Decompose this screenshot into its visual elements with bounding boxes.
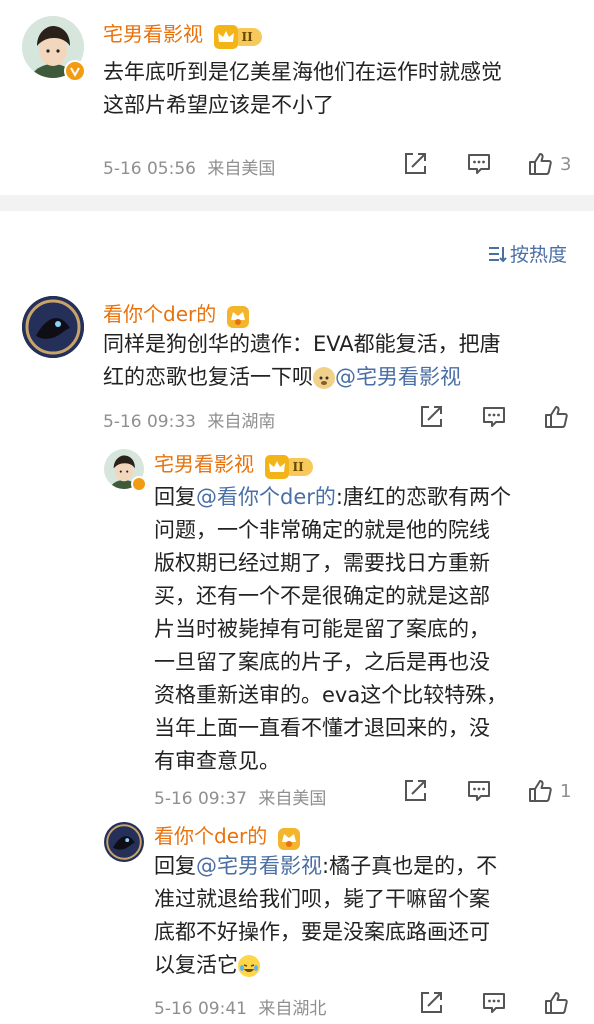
reply-line: 回复@宅男看影视:橘子真也是的，不 bbox=[154, 850, 574, 883]
avatar[interactable] bbox=[22, 296, 84, 358]
comment-meta: 5-16 09:33 来自湖南 bbox=[103, 407, 275, 432]
location: 来自美国 bbox=[207, 159, 276, 179]
username[interactable]: 宅男看影视 bbox=[103, 22, 203, 46]
location: 来自美国 bbox=[258, 789, 327, 809]
comment-line: 红的恋歌也复活一下呗 @宅男看影视 bbox=[103, 361, 573, 394]
reply-line-text: 以复活它 bbox=[154, 953, 238, 977]
reply-meta: 5-16 09:41 来自湖北 bbox=[154, 994, 326, 1019]
reply-line: 以复活它 bbox=[154, 949, 574, 982]
reply-prefix: 回复 bbox=[154, 854, 196, 878]
reply-line-text: :唐红的恋歌有两个 bbox=[335, 485, 511, 509]
reply-line: 准过就退给我们呗，毙了干嘛留个案 bbox=[154, 887, 490, 911]
sort-icon bbox=[489, 246, 507, 262]
share-icon[interactable] bbox=[402, 151, 428, 177]
reply-line: 版权期已经过期了，需要找日方重新 bbox=[154, 551, 490, 575]
reply-line: 当年上面一直看不懂才退回来的，没 bbox=[154, 716, 490, 740]
vip-crown-icon: II bbox=[265, 454, 314, 479]
sort-button[interactable]: 按热度 bbox=[486, 240, 567, 267]
timestamp: 5-16 09:33 bbox=[103, 412, 196, 432]
comment-icon[interactable] bbox=[481, 404, 507, 430]
timestamp: 5-16 09:41 bbox=[154, 999, 247, 1019]
reply-prefix: 回复 bbox=[154, 485, 196, 509]
mention-link[interactable]: @看你个der的 bbox=[196, 485, 336, 509]
comment-line-text: 红的恋歌也复活一下呗 bbox=[103, 365, 313, 389]
reply-line: 有审查意见。 bbox=[154, 749, 280, 773]
share-icon[interactable] bbox=[402, 778, 428, 804]
comment-meta: 5-16 05:56 来自美国 bbox=[103, 154, 275, 179]
share-icon[interactable] bbox=[418, 404, 444, 430]
reply-text: 回复@宅男看影视:橘子真也是的，不 准过就退给我们呗，毙了干嘛留个案 底都不好操… bbox=[154, 850, 574, 982]
reply-line: 片当时被毙掉有可能是留了案底的， bbox=[154, 617, 490, 641]
fan-medal-icon bbox=[278, 827, 301, 850]
comment-text: 同样是狗创华的遗作：EVA都能复活，把唐 红的恋歌也复活一下呗 @宅男看影视 bbox=[103, 328, 573, 394]
like-count: 1 bbox=[560, 781, 572, 802]
like-icon[interactable] bbox=[527, 778, 553, 804]
reply-meta: 5-16 09:37 来自美国 bbox=[154, 784, 326, 809]
reply-header: 宅男看影视 II bbox=[154, 448, 314, 479]
reply-line: 一旦留了案底的片子，之后是再也没 bbox=[154, 650, 490, 674]
avatar-image bbox=[104, 822, 144, 862]
comment-icon[interactable] bbox=[481, 990, 507, 1016]
location: 来自湖南 bbox=[207, 412, 276, 432]
avatar[interactable] bbox=[104, 822, 144, 862]
reply-line: 买，还有一个不是很确定的就是这部 bbox=[154, 584, 490, 608]
vip-crown-icon: II bbox=[214, 24, 263, 49]
comment-header: 看你个der的 bbox=[103, 298, 250, 328]
reply-line: 底都不好操作，要是没案底路画还可 bbox=[154, 920, 490, 944]
timestamp: 5-16 09:37 bbox=[154, 789, 247, 809]
like-icon[interactable] bbox=[543, 990, 569, 1016]
comment-header: 宅男看影视 II bbox=[103, 18, 263, 49]
doge-emoji-icon bbox=[313, 367, 335, 389]
verified-badge-icon bbox=[64, 60, 86, 82]
reply-text: 回复@看你个der的:唐红的恋歌有两个 问题，一个非常确定的就是他的院线 版权期… bbox=[154, 481, 574, 778]
comment-icon[interactable] bbox=[466, 151, 492, 177]
comment-text: 去年底听到是亿美星海他们在运作时就感觉 这部片希望应该是不小了 bbox=[103, 56, 573, 122]
like-icon[interactable] bbox=[543, 404, 569, 430]
comment-line: 这部片希望应该是不小了 bbox=[103, 93, 334, 117]
username[interactable]: 看你个der的 bbox=[154, 824, 267, 848]
reply-line: 回复@看你个der的:唐红的恋歌有两个 bbox=[154, 481, 574, 514]
username[interactable]: 看你个der的 bbox=[103, 302, 216, 326]
mention-link[interactable]: @宅男看影视 bbox=[335, 365, 461, 389]
mention-link[interactable]: @宅男看影视 bbox=[196, 854, 322, 878]
sort-label: 按热度 bbox=[510, 244, 568, 266]
comment-line: 去年底听到是亿美星海他们在运作时就感觉 bbox=[103, 60, 502, 84]
reply-line: 问题，一个非常确定的就是他的院线 bbox=[154, 518, 490, 542]
reply-line-text: :橘子真也是的，不 bbox=[322, 854, 498, 878]
fan-medal-icon bbox=[227, 305, 250, 328]
like-icon[interactable] bbox=[527, 151, 553, 177]
share-icon[interactable] bbox=[418, 990, 444, 1016]
comment-line: 同样是狗创华的遗作：EVA都能复活，把唐 bbox=[103, 332, 501, 356]
reply-line: 资格重新送审的。eva这个比较特殊， bbox=[154, 683, 508, 707]
verified-badge-icon bbox=[131, 476, 147, 492]
comment-icon[interactable] bbox=[466, 778, 492, 804]
like-count: 3 bbox=[560, 154, 572, 175]
avatar-image bbox=[22, 296, 84, 358]
laugh-cry-emoji-icon bbox=[238, 955, 260, 977]
section-divider bbox=[0, 195, 594, 211]
location: 来自湖北 bbox=[258, 999, 327, 1019]
timestamp: 5-16 05:56 bbox=[103, 159, 196, 179]
reply-header: 看你个der的 bbox=[154, 820, 301, 850]
username[interactable]: 宅男看影视 bbox=[154, 452, 254, 476]
